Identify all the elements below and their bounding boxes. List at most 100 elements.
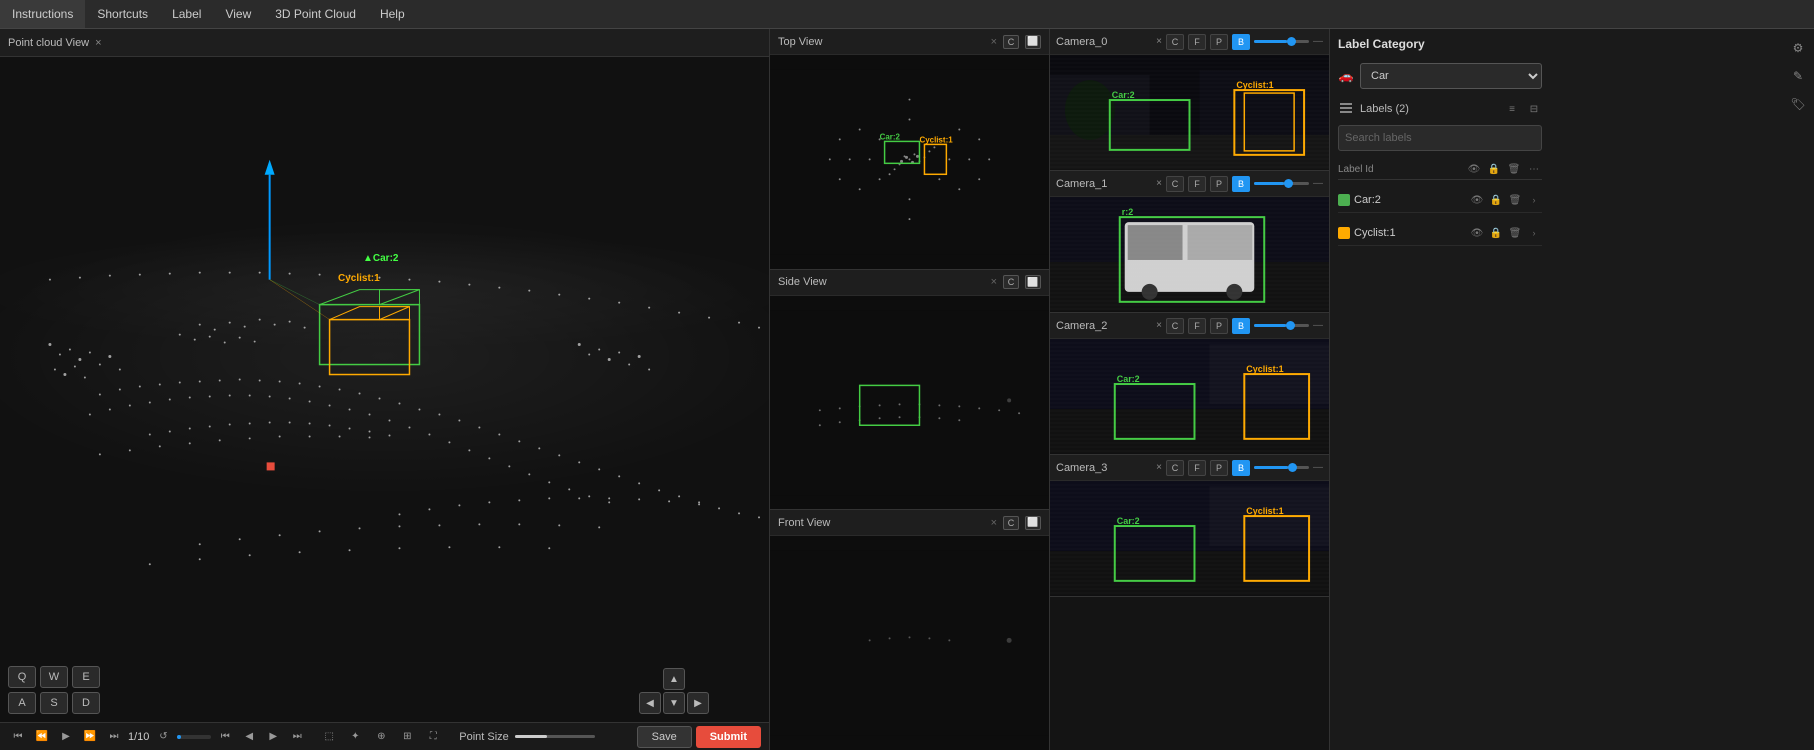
side-view-close[interactable]: × [991,276,997,288]
key-s[interactable]: S [40,692,68,714]
cyclist-visibility-icon[interactable]: 👁 [1469,225,1485,241]
tool-cube[interactable]: ⬚ [319,727,339,747]
lh-lock-icon[interactable]: 🔒 [1486,161,1502,177]
tl-fwd-1[interactable]: ▶ [263,727,283,747]
point-cloud-canvas[interactable]: ▲Car:2 Cyclist:1 Q W E A S D [0,57,769,722]
cyclist-expand-icon[interactable]: › [1526,225,1542,241]
side-view-c-btn[interactable]: C [1003,275,1019,289]
cam3-c-btn[interactable]: C [1166,460,1184,476]
front-view-titlebar: Front View × C ⬜ [770,510,1049,536]
filter-icon[interactable]: ≡ [1504,101,1520,117]
cam0-f-btn[interactable]: F [1188,34,1206,50]
search-labels-input[interactable] [1338,125,1542,151]
camera-2-image: Car:2 Cyclist:1 [1050,339,1329,454]
tl-back-10[interactable]: ⏮ [215,727,235,747]
point-size-slider[interactable] [515,735,595,738]
save-button[interactable]: Save [637,726,692,748]
key-a[interactable]: A [8,692,36,714]
cam2-minimize[interactable]: — [1313,320,1323,331]
menu-label[interactable]: Label [160,0,213,28]
camera-2-close[interactable]: × [1156,320,1162,331]
tl-next[interactable]: ⏩ [80,727,100,747]
cam1-c-btn[interactable]: C [1166,176,1184,192]
menu-shortcuts[interactable]: Shortcuts [85,0,160,28]
front-view-content[interactable] [770,536,1049,750]
camera-0-label: Camera_0 [1056,36,1152,48]
cyclist-lock-icon[interactable]: 🔒 [1488,225,1504,241]
tl-skip-start[interactable]: ⏮ [8,727,28,747]
menu-help[interactable]: Help [368,0,417,28]
side-view-content[interactable] [770,296,1049,510]
car-delete-icon[interactable]: 🗑 [1507,192,1523,208]
camera-2-titlebar: Camera_2 × C F P B — [1050,313,1329,339]
tl-refresh[interactable]: ↺ [153,727,173,747]
tool-crosshair[interactable]: ⊕ [371,727,391,747]
front-view-c-btn[interactable]: C [1003,516,1019,530]
camera-0-close[interactable]: × [1156,36,1162,47]
submit-button[interactable]: Submit [696,726,761,748]
timeline-progress[interactable] [177,735,211,739]
cam2-b-btn[interactable]: B [1232,318,1250,334]
nav-right[interactable]: ▶ [687,692,709,714]
cam0-p-btn[interactable]: P [1210,34,1228,50]
cam2-c-btn[interactable]: C [1166,318,1184,334]
camera-1-label: Camera_1 [1056,178,1152,190]
cam1-b-btn[interactable]: B [1232,176,1250,192]
side-view-maximize[interactable]: ⬜ [1025,275,1041,289]
tool-select[interactable]: ✦ [345,727,365,747]
point-cloud-close[interactable]: × [95,37,101,49]
tl-skip-end[interactable]: ⏭ [104,727,124,747]
cam0-b-btn[interactable]: B [1232,34,1250,50]
label-header-icons: 👁 🔒 🗑 ⋯ [1466,161,1542,177]
cam0-minimize[interactable]: — [1313,36,1323,47]
funnel-icon[interactable]: ⊟ [1526,101,1542,117]
lh-visibility-icon[interactable]: 👁 [1466,161,1482,177]
category-select[interactable]: Car Cyclist Pedestrian [1360,63,1542,89]
cam0-slider[interactable] [1254,40,1309,43]
cam2-f-btn[interactable]: F [1188,318,1206,334]
tl-fwd-10[interactable]: ⏭ [287,727,307,747]
cam3-p-btn[interactable]: P [1210,460,1228,476]
car-expand-icon[interactable]: › [1526,192,1542,208]
front-view-maximize[interactable]: ⬜ [1025,516,1041,530]
cyclist-delete-icon[interactable]: 🗑 [1507,225,1523,241]
cam1-slider[interactable] [1254,182,1309,185]
cam1-p-btn[interactable]: P [1210,176,1228,192]
cam2-slider[interactable] [1254,324,1309,327]
menu-instructions[interactable]: Instructions [0,0,85,28]
lh-delete-icon[interactable]: 🗑 [1506,161,1522,177]
cam3-slider[interactable] [1254,466,1309,469]
lh-expand-icon[interactable]: ⋯ [1526,161,1542,177]
key-d[interactable]: D [72,692,100,714]
nav-left[interactable]: ◀ [639,692,661,714]
tool-crop[interactable]: ⊞ [397,727,417,747]
camera-1-close[interactable]: × [1156,178,1162,189]
cam1-f-btn[interactable]: F [1188,176,1206,192]
top-view-content[interactable]: Car:2 Cyclist:1 [770,55,1049,269]
key-e[interactable]: E [72,666,100,688]
cam0-c-btn[interactable]: C [1166,34,1184,50]
cam1-minimize[interactable]: — [1313,178,1323,189]
tl-play[interactable]: ▶ [56,727,76,747]
camera-3-close[interactable]: × [1156,462,1162,473]
tl-prev[interactable]: ⏪ [32,727,52,747]
cam3-b-btn[interactable]: B [1232,460,1250,476]
tl-back-1[interactable]: ◀ [239,727,259,747]
top-view-close[interactable]: × [991,36,997,48]
nav-up[interactable]: ▲ [663,668,685,690]
cam3-f-btn[interactable]: F [1188,460,1206,476]
nav-down[interactable]: ▼ [663,692,685,714]
car-lock-icon[interactable]: 🔒 [1488,192,1504,208]
cam3-minimize[interactable]: — [1313,462,1323,473]
front-view-close[interactable]: × [991,517,997,529]
key-w[interactable]: W [40,666,68,688]
tool-expand[interactable]: ⛶ [423,727,443,747]
label-cyclist-actions: 👁 🔒 🗑 › [1469,225,1542,241]
menu-view[interactable]: View [213,0,263,28]
key-q[interactable]: Q [8,666,36,688]
cam2-p-btn[interactable]: P [1210,318,1228,334]
car-visibility-icon[interactable]: 👁 [1469,192,1485,208]
menu-3d-point-cloud[interactable]: 3D Point Cloud [263,0,368,28]
top-view-maximize[interactable]: ⬜ [1025,35,1041,49]
top-view-c-btn[interactable]: C [1003,35,1019,49]
